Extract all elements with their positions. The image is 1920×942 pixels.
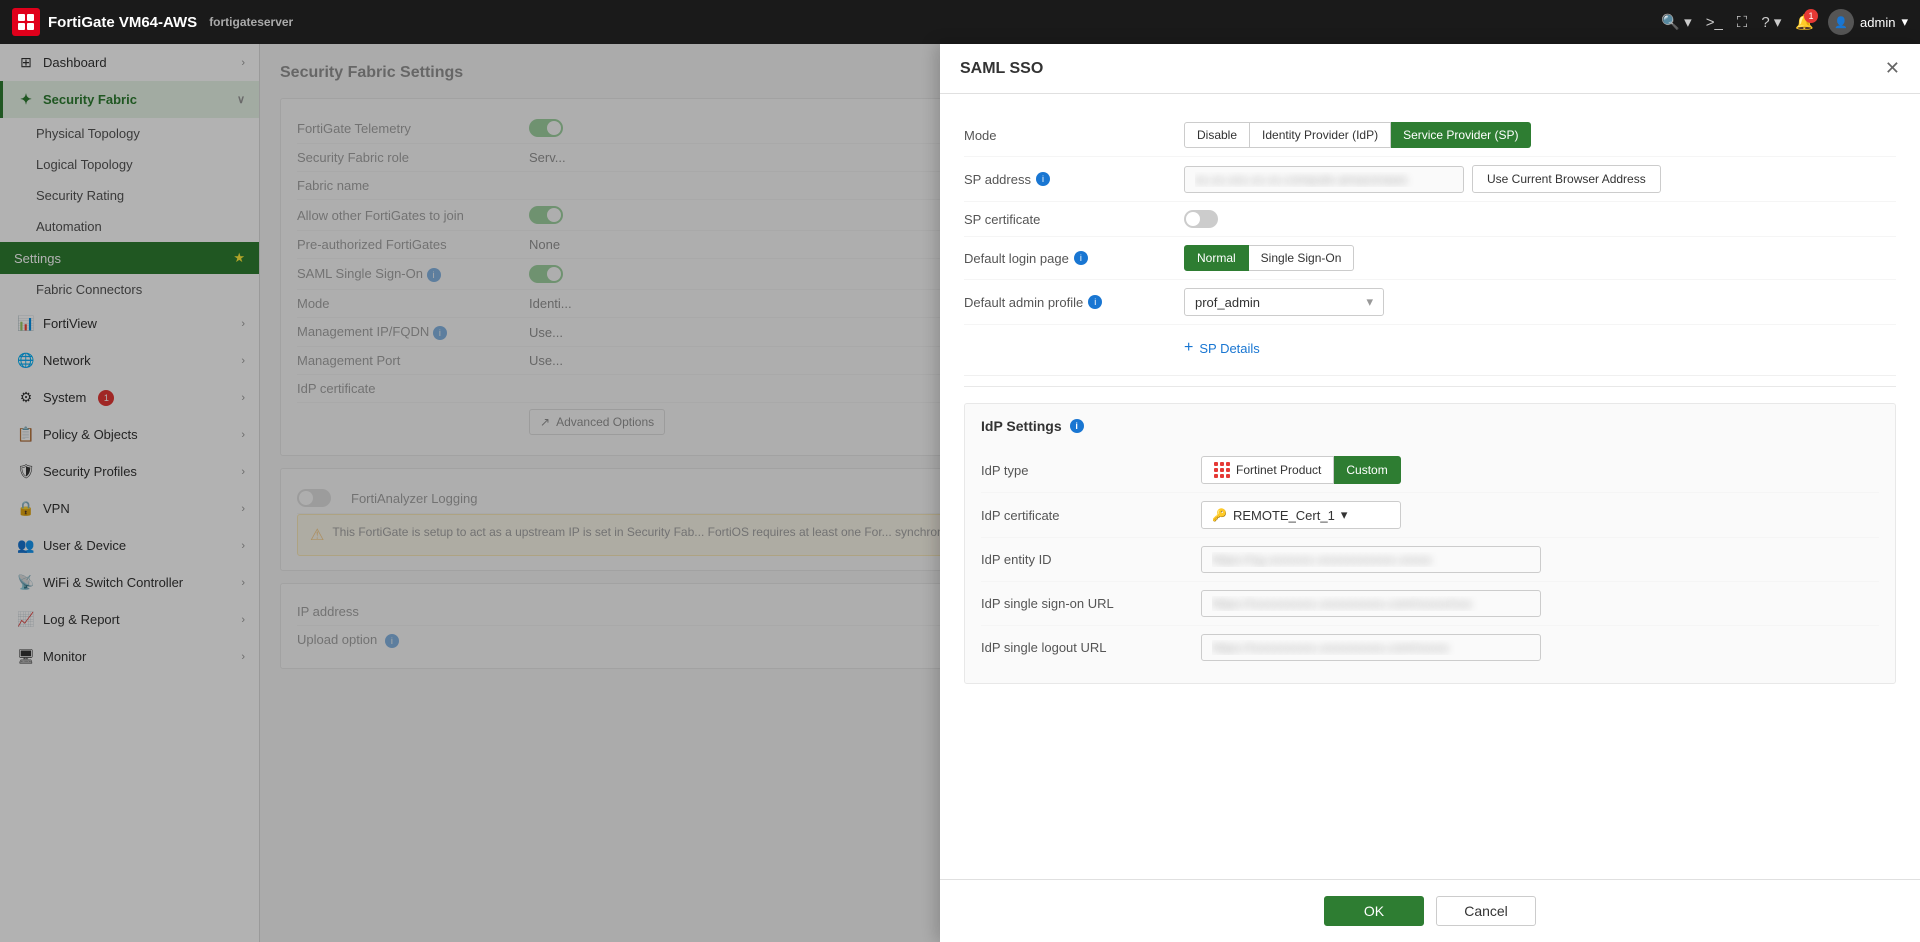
default-login-page-label: Default login page i [964, 251, 1184, 266]
fortinet-grid-icon [1214, 462, 1230, 478]
dialog-overlay: SAML SSO ✕ Mode Disable Identity Provide… [0, 44, 1920, 942]
chevron-down-icon: ▾ [1341, 507, 1348, 523]
section-divider [964, 386, 1896, 387]
login-page-sso-button[interactable]: Single Sign-On [1249, 245, 1355, 271]
topnav-right: 🔍 ▾ >_ ⛶ ? ▾ 🔔 1 👤 admin ▾ [1661, 9, 1908, 35]
sp-details-label: SP Details [1199, 341, 1259, 356]
sp-details-expand-button[interactable]: + SP Details [1184, 335, 1260, 361]
plus-icon: + [1184, 339, 1193, 357]
idp-certificate-select[interactable]: 🔑 REMOTE_Cert_1 ▾ [1201, 501, 1401, 529]
idp-entity-id-input[interactable] [1201, 546, 1541, 573]
idp-type-btn-group: Fortinet Product Custom [1201, 456, 1401, 484]
saml-sso-dialog: SAML SSO ✕ Mode Disable Identity Provide… [940, 44, 1920, 942]
mode-idp-button[interactable]: Identity Provider (IdP) [1250, 122, 1391, 148]
mode-control: Disable Identity Provider (IdP) Service … [1184, 122, 1896, 148]
login-page-normal-button[interactable]: Normal [1184, 245, 1249, 271]
default-login-page-control: Normal Single Sign-On [1184, 245, 1896, 271]
notification-badge: 1 [1804, 9, 1818, 23]
notifications-icon[interactable]: 🔔 1 [1795, 13, 1814, 31]
idp-type-label: IdP type [981, 463, 1201, 478]
idp-type-control: Fortinet Product Custom [1201, 456, 1879, 484]
idp-sso-url-label: IdP single sign-on URL [981, 596, 1201, 611]
default-admin-profile-label: Default admin profile i [964, 295, 1184, 310]
form-row-default-login-page: Default login page i Normal Single Sign-… [964, 237, 1896, 280]
sp-certificate-toggle[interactable] [1184, 210, 1218, 228]
idp-sso-url-input[interactable] [1201, 590, 1541, 617]
sp-details-control: + SP Details [1184, 335, 1896, 361]
form-row-idp-certificate: IdP certificate 🔑 REMOTE_Cert_1 ▾ [981, 493, 1879, 538]
form-row-idp-type: IdP type Fortinet Product [981, 448, 1879, 493]
form-row-mode: Mode Disable Identity Provider (IdP) Ser… [964, 114, 1896, 157]
default-admin-profile-info-icon[interactable]: i [1088, 295, 1102, 309]
user-menu[interactable]: 👤 admin ▾ [1828, 9, 1908, 35]
top-navigation: FortiGate VM64-AWS fortigateserver 🔍 ▾ >… [0, 0, 1920, 44]
form-row-idp-slo-url: IdP single logout URL [981, 626, 1879, 669]
chevron-down-icon: ▾ [1366, 294, 1373, 310]
idp-entity-id-control [1201, 546, 1879, 573]
idp-settings-section: IdP Settings i IdP type [964, 403, 1896, 684]
app-hostname: fortigateserver [209, 15, 293, 29]
idp-slo-url-input[interactable] [1201, 634, 1541, 661]
idp-certificate-value: REMOTE_Cert_1 [1233, 508, 1335, 523]
form-row-sp-address: SP address i Use Current Browser Address [964, 157, 1896, 202]
search-icon[interactable]: 🔍 ▾ [1661, 13, 1691, 31]
default-login-info-icon[interactable]: i [1074, 251, 1088, 265]
sp-address-control: Use Current Browser Address [1184, 165, 1896, 193]
form-row-idp-sso-url: IdP single sign-on URL [981, 582, 1879, 626]
fullscreen-icon[interactable]: ⛶ [1737, 14, 1748, 31]
idp-settings-info-icon[interactable]: i [1070, 419, 1084, 433]
user-label: admin [1860, 15, 1895, 30]
app-logo: FortiGate VM64-AWS fortigateserver [12, 8, 293, 36]
sp-address-info-icon[interactable]: i [1036, 172, 1050, 186]
cli-icon[interactable]: >_ [1706, 14, 1723, 31]
dialog-close-button[interactable]: ✕ [1885, 58, 1900, 79]
cancel-button[interactable]: Cancel [1436, 896, 1536, 926]
form-row-sp-certificate: SP certificate [964, 202, 1896, 237]
sp-certificate-control [1184, 210, 1896, 228]
idp-slo-url-label: IdP single logout URL [981, 640, 1201, 655]
admin-profile-value: prof_admin [1195, 295, 1260, 310]
mode-label: Mode [964, 128, 1184, 143]
dialog-footer: OK Cancel [940, 879, 1920, 942]
default-admin-profile-select[interactable]: prof_admin ▾ [1184, 288, 1384, 316]
form-row-default-admin-profile: Default admin profile i prof_admin ▾ [964, 280, 1896, 325]
user-chevron: ▾ [1901, 14, 1908, 30]
idp-sso-url-control [1201, 590, 1879, 617]
idp-certificate-label: IdP certificate [981, 508, 1201, 523]
idp-type-custom-button[interactable]: Custom [1334, 456, 1400, 484]
use-current-browser-button[interactable]: Use Current Browser Address [1472, 165, 1661, 193]
sp-address-input[interactable] [1184, 166, 1464, 193]
mode-disable-button[interactable]: Disable [1184, 122, 1250, 148]
idp-type-fortinet-label: Fortinet Product [1236, 463, 1321, 477]
dialog-title: SAML SSO [960, 60, 1043, 78]
logo-icon [12, 8, 40, 36]
help-icon[interactable]: ? ▾ [1761, 13, 1781, 31]
ok-button[interactable]: OK [1324, 896, 1424, 926]
idp-settings-title: IdP Settings [981, 418, 1062, 434]
form-row-sp-details: + SP Details [964, 325, 1896, 376]
dialog-body: Mode Disable Identity Provider (IdP) Ser… [940, 94, 1920, 879]
default-admin-profile-control: prof_admin ▾ [1184, 288, 1896, 316]
sp-address-label: SP address i [964, 172, 1184, 187]
sp-certificate-label: SP certificate [964, 212, 1184, 227]
idp-certificate-control: 🔑 REMOTE_Cert_1 ▾ [1201, 501, 1879, 529]
login-page-btn-group: Normal Single Sign-On [1184, 245, 1354, 271]
idp-slo-url-control [1201, 634, 1879, 661]
idp-type-fortinet-button[interactable]: Fortinet Product [1201, 456, 1334, 484]
form-row-idp-entity-id: IdP entity ID [981, 538, 1879, 582]
mode-btn-group: Disable Identity Provider (IdP) Service … [1184, 122, 1531, 148]
idp-settings-header: IdP Settings i [981, 418, 1879, 434]
idp-entity-id-label: IdP entity ID [981, 552, 1201, 567]
mode-sp-button[interactable]: Service Provider (SP) [1391, 122, 1531, 148]
app-name: FortiGate VM64-AWS [48, 14, 197, 31]
user-avatar: 👤 [1828, 9, 1854, 35]
dialog-header: SAML SSO ✕ [940, 44, 1920, 94]
certificate-icon: 🔑 [1212, 508, 1227, 522]
